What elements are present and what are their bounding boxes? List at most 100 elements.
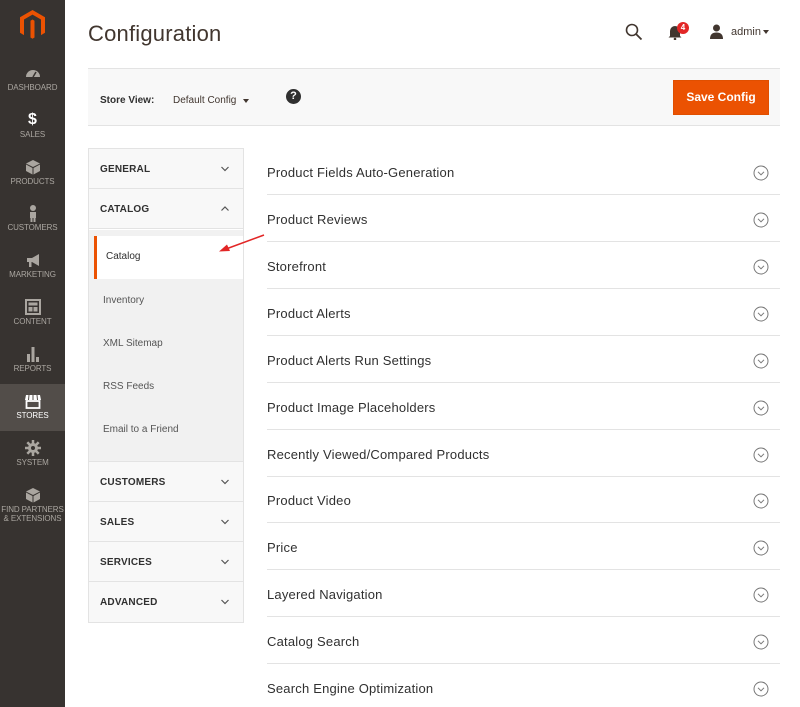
section-product-alerts[interactable]: Product Alerts — [267, 289, 780, 336]
tab-item-email-to-a-friend[interactable]: Email to a Friend — [89, 409, 243, 452]
nav-item-content[interactable]: CONTENT — [0, 298, 65, 345]
config-tabs: GENERAL CATALOG Catalog Inventory XML Si… — [88, 148, 244, 623]
chevron-down-icon — [221, 479, 229, 485]
nav-label: DASHBOARD — [7, 83, 58, 92]
section-price[interactable]: Price — [267, 523, 780, 570]
section-product-reviews[interactable]: Product Reviews — [267, 195, 780, 242]
tab-label: GENERAL — [100, 164, 151, 175]
tab-item-label: RSS Feeds — [103, 381, 155, 392]
expand-circle-icon[interactable] — [753, 306, 769, 322]
cube-icon — [25, 160, 40, 175]
chevron-down-icon — [221, 559, 229, 565]
section-layered-navigation[interactable]: Layered Navigation — [267, 570, 780, 617]
storefront-icon — [24, 394, 41, 409]
section-title: Product Alerts — [267, 306, 351, 321]
nav-item-sales[interactable]: $ SALES — [0, 111, 65, 158]
section-recently-viewed-compared-products[interactable]: Recently Viewed/Compared Products — [267, 430, 780, 477]
chevron-down-icon[interactable] — [763, 30, 769, 34]
expand-circle-icon[interactable] — [753, 493, 769, 509]
expand-circle-icon[interactable] — [753, 212, 769, 228]
section-product-video[interactable]: Product Video — [267, 476, 780, 523]
tab-label: SERVICES — [100, 557, 152, 568]
gear-icon — [24, 440, 41, 456]
tab-general[interactable]: GENERAL — [89, 149, 243, 189]
bar-chart-icon — [26, 347, 39, 362]
section-title: Price — [267, 540, 298, 555]
admin-sidebar: DASHBOARD $ SALES PRODUCTS CUSTOMERS MAR… — [0, 0, 65, 707]
dashboard-icon — [25, 70, 40, 78]
person-icon — [29, 205, 36, 222]
tab-item-inventory[interactable]: Inventory — [89, 280, 243, 323]
section-title: Storefront — [267, 259, 327, 274]
tab-label: SALES — [100, 517, 135, 528]
nav-label: CUSTOMERS — [7, 223, 58, 232]
section-search-engine-optimization[interactable]: Search Engine Optimization — [267, 664, 780, 707]
save-config-button[interactable]: Save Config — [673, 80, 769, 115]
section-title: Product Reviews — [267, 212, 368, 227]
search-icon[interactable] — [625, 23, 643, 41]
section-storefront[interactable]: Storefront — [267, 242, 780, 289]
expand-circle-icon[interactable] — [753, 681, 769, 697]
catalog-subitems: Catalog Inventory XML Sitemap RSS Feeds … — [89, 230, 243, 462]
store-view-switcher[interactable]: Default Config — [173, 95, 236, 106]
expand-circle-icon[interactable] — [753, 634, 769, 650]
tab-item-label: Email to a Friend — [103, 424, 179, 435]
tab-customers[interactable]: CUSTOMERS — [89, 462, 243, 502]
nav-label: STORES — [16, 411, 49, 420]
section-title: Search Engine Optimization — [267, 681, 434, 696]
tab-label: CUSTOMERS — [100, 477, 166, 488]
tab-catalog[interactable]: CATALOG — [89, 189, 243, 229]
nav-label: MARKETING — [9, 270, 56, 279]
expand-circle-icon[interactable] — [753, 259, 769, 275]
nav-item-marketing[interactable]: MARKETING — [0, 251, 65, 298]
nav-label: FIND PARTNERS — [1, 505, 64, 514]
expand-circle-icon[interactable] — [753, 353, 769, 369]
magento-logo[interactable] — [20, 10, 45, 40]
tab-item-label: Inventory — [103, 295, 145, 306]
expand-circle-icon[interactable] — [753, 587, 769, 603]
nav-label: PRODUCTS — [10, 177, 55, 186]
notification-badge: 4 — [677, 22, 689, 34]
nav-item-system[interactable]: SYSTEM — [0, 439, 65, 486]
expand-circle-icon[interactable] — [753, 540, 769, 556]
user-icon[interactable] — [709, 24, 724, 39]
nav-item-find-partners[interactable]: FIND PARTNERS & EXTENSIONS — [0, 486, 65, 526]
tab-services[interactable]: SERVICES — [89, 542, 243, 582]
tab-item-rss-feeds[interactable]: RSS Feeds — [89, 366, 243, 409]
nav-label: SALES — [19, 130, 46, 139]
nav-label: CONTENT — [13, 317, 52, 326]
tab-label: CATALOG — [100, 204, 150, 215]
tab-sales[interactable]: SALES — [89, 502, 243, 542]
user-menu[interactable]: admin — [731, 26, 761, 38]
nav-item-customers[interactable]: CUSTOMERS — [0, 204, 65, 251]
tab-item-xml-sitemap[interactable]: XML Sitemap — [89, 323, 243, 366]
section-product-fields-auto-generation[interactable]: Product Fields Auto-Generation — [267, 148, 780, 195]
expand-circle-icon[interactable] — [753, 447, 769, 463]
dollar-icon: $ — [28, 111, 37, 128]
nav-label: REPORTS — [13, 364, 52, 373]
section-product-image-placeholders[interactable]: Product Image Placeholders — [267, 383, 780, 430]
section-title: Product Video — [267, 493, 352, 508]
layout-icon — [24, 299, 41, 315]
nav-item-stores[interactable]: STORES — [0, 384, 65, 431]
tab-advanced[interactable]: ADVANCED — [89, 582, 243, 622]
nav-label-line2: & EXTENSIONS — [3, 514, 62, 523]
section-title: Catalog Search — [267, 634, 360, 649]
annotation-arrow — [219, 234, 265, 252]
section-product-alerts-run-settings[interactable]: Product Alerts Run Settings — [267, 336, 780, 383]
store-view-label: Store View: — [100, 95, 155, 106]
chevron-down-icon — [221, 599, 229, 605]
help-icon[interactable]: ? — [286, 89, 301, 104]
chevron-down-icon[interactable] — [243, 99, 249, 103]
expand-circle-icon[interactable] — [753, 400, 769, 416]
section-title: Product Image Placeholders — [267, 400, 436, 415]
section-title: Product Alerts Run Settings — [267, 353, 432, 368]
chevron-up-icon — [221, 206, 229, 211]
nav-item-products[interactable]: PRODUCTS — [0, 158, 65, 205]
section-title: Layered Navigation — [267, 587, 383, 602]
expand-circle-icon[interactable] — [753, 165, 769, 181]
nav-item-dashboard[interactable]: DASHBOARD — [0, 64, 65, 111]
tab-label: ADVANCED — [100, 597, 158, 608]
chevron-down-icon — [221, 166, 229, 172]
section-catalog-search[interactable]: Catalog Search — [267, 617, 780, 664]
